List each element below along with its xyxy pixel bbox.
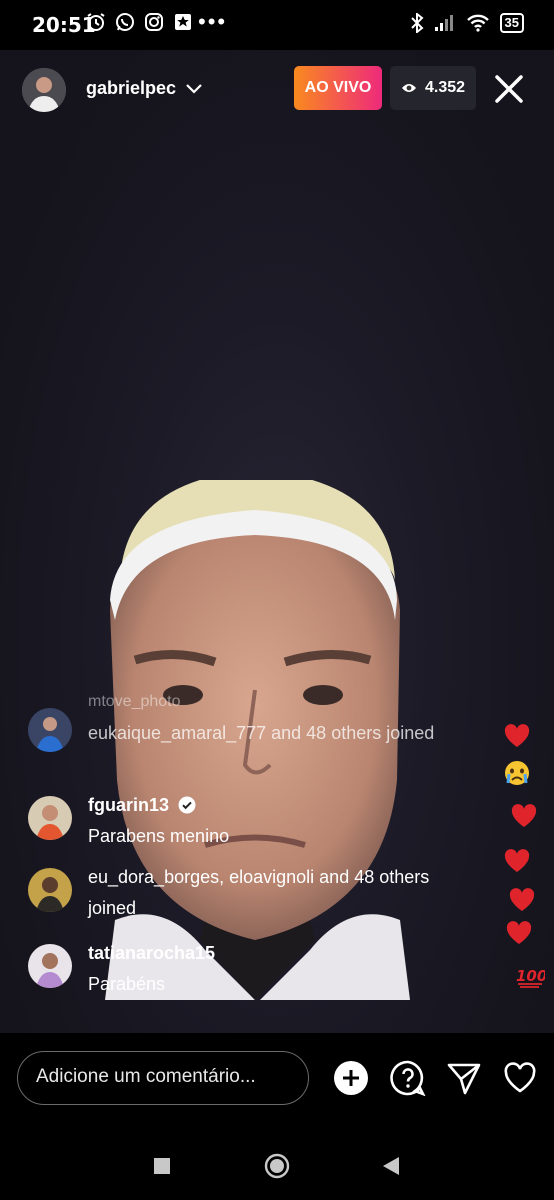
floating-reactions: 100	[500, 720, 550, 1000]
whatsapp-icon	[116, 13, 134, 31]
hundred-points-icon: 100	[516, 967, 545, 988]
comment-text: fguarin13 Parabens menino	[88, 790, 448, 852]
avatar-image	[28, 944, 72, 988]
eye-icon	[401, 84, 416, 92]
comment-avatar[interactable]	[28, 868, 72, 912]
live-badge: AO VIVO	[294, 66, 382, 110]
alarm-icon	[87, 13, 105, 31]
streamer-avatar[interactable]	[22, 68, 66, 112]
battery-indicator: 35	[499, 13, 524, 33]
notification-icons	[86, 12, 193, 32]
comment-message: Parabens menino	[88, 826, 230, 846]
comment-input[interactable]	[34, 1065, 298, 1089]
live-header: gabrielpec AO VIVO 4.352	[0, 62, 554, 114]
comment-message: Parabéns	[88, 974, 166, 994]
crying-face-icon	[505, 761, 529, 785]
wifi-icon	[466, 14, 489, 32]
verified-badge-icon	[178, 796, 196, 814]
heart-icon	[506, 921, 532, 944]
heart-outline-icon[interactable]	[502, 1060, 538, 1096]
profile-photo	[22, 68, 66, 112]
heart-icon	[511, 804, 537, 827]
comment-avatar[interactable]	[28, 708, 72, 752]
heart-icon	[504, 724, 530, 747]
bluetooth-icon	[410, 13, 424, 33]
svg-text:100: 100	[516, 967, 545, 985]
viewer-count-badge[interactable]: 4.352	[390, 66, 476, 110]
comment-avatar[interactable]	[28, 944, 72, 988]
question-icon[interactable]	[390, 1060, 426, 1096]
avatar-image	[28, 708, 72, 752]
system-navigation-bar	[0, 1130, 554, 1200]
comment-avatar[interactable]	[28, 796, 72, 840]
comment-text: eu_dora_borges, eloavignoli and 48 other…	[88, 867, 430, 918]
heart-icon	[504, 849, 530, 872]
chevron-down-icon[interactable]	[184, 78, 204, 98]
close-icon[interactable]	[494, 74, 524, 104]
comment-text: tatianarocha15 Parabéns	[88, 938, 448, 1000]
heart-icon	[509, 888, 535, 911]
home-button-icon[interactable]	[264, 1153, 290, 1179]
instagram-icon	[145, 13, 163, 31]
comment-username[interactable]: fguarin13	[88, 795, 169, 815]
viewer-count: 4.352	[424, 79, 466, 96]
comment-input-wrapper[interactable]	[17, 1051, 309, 1105]
recents-button-icon[interactable]	[153, 1157, 171, 1175]
signal-icon	[434, 15, 453, 31]
comment-text: eukaique_amaral_777 and 48 others joined	[88, 723, 435, 743]
comment-username[interactable]: tatianarocha15	[88, 943, 215, 963]
news-icon	[175, 14, 191, 30]
streamer-username[interactable]: gabrielpec	[86, 78, 176, 99]
avatar-image	[28, 796, 72, 840]
add-icon[interactable]	[333, 1060, 369, 1096]
status-bar: 20:51 ••• 35	[0, 0, 554, 50]
system-icons: 35	[410, 13, 524, 33]
back-button-icon[interactable]	[382, 1156, 400, 1176]
more-notifications-indicator: •••	[198, 9, 228, 34]
comment-text: mtove_photo	[88, 693, 181, 710]
avatar-image	[28, 868, 72, 912]
send-icon[interactable]	[446, 1060, 482, 1096]
